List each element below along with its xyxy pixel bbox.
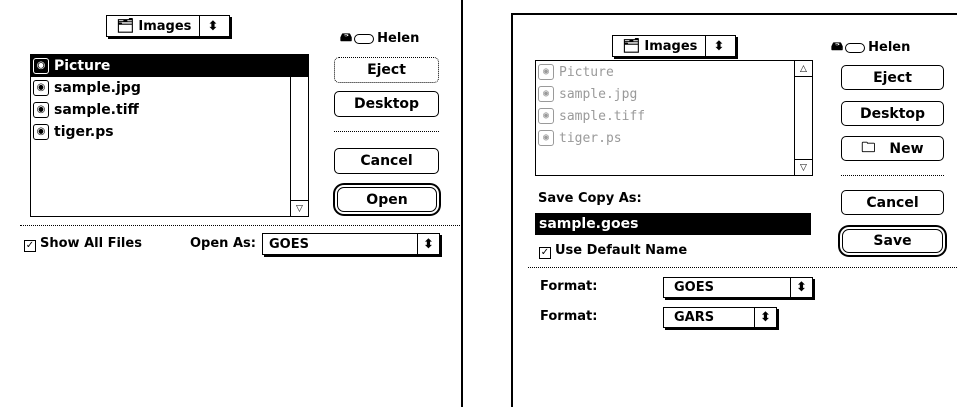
image-document-icon: ◉	[538, 108, 554, 124]
hard-disk-icon: 🖴	[340, 30, 353, 44]
use-default-name-checkbox[interactable]: ✓ Use Default Name	[539, 243, 687, 259]
file-list-item[interactable]: ◉ tiger.ps	[31, 121, 308, 143]
desktop-button[interactable]: Desktop	[841, 101, 944, 126]
volume-name: Helen	[868, 40, 911, 55]
popup-arrows-icon: ⬍	[790, 278, 812, 297]
open-as-label: Open As:	[190, 236, 256, 251]
file-list-item[interactable]: ◉ sample.tiff	[31, 99, 308, 121]
file-list[interactable]: ◉ Picture ◉ sample.jpg ◉ sample.tiff ◉ tiger.ps…	[30, 54, 309, 217]
disk-shape-icon	[354, 33, 375, 44]
file-name: tiger.ps	[54, 124, 114, 140]
image-document-icon: ◉	[33, 124, 49, 140]
folder-icon: 🗂	[622, 38, 641, 54]
format-value-2: GARS	[674, 310, 715, 325]
desktop-button-label: Desktop	[859, 105, 926, 122]
folder-popup[interactable]: 🗂 Images ⬍	[106, 15, 230, 37]
file-name: sample.tiff	[54, 102, 139, 118]
file-name: Picture	[54, 58, 111, 74]
file-rows: ◉ Picture ◉ sample.jpg ◉ sample.tiff ◉ tiger.ps	[536, 61, 812, 149]
separator	[20, 225, 460, 226]
checkbox-checked-icon[interactable]: ✓	[24, 240, 36, 252]
scroll-up-arrow-icon[interactable]: △	[291, 55, 308, 71]
separator	[334, 131, 439, 132]
folder-popup[interactable]: 🗂 Images ⬍	[612, 35, 736, 57]
new-folder-icon: 🗀	[861, 139, 876, 156]
file-name: Picture	[559, 64, 614, 80]
open-file-dialog: 🗂 Images ⬍ 🖴 Helen ◉ Picture ◉ sample.jpg ◉ s…	[0, 0, 463, 407]
scroll-down-arrow-icon[interactable]: ▽	[795, 159, 812, 175]
file-list-item: ◉ sample.tiff	[536, 105, 812, 127]
file-list[interactable]: ◉ Picture ◉ sample.jpg ◉ sample.tiff ◉ tiger.ps…	[535, 60, 813, 176]
eject-button[interactable]: Eject	[334, 57, 439, 83]
eject-button-label: Eject	[367, 62, 406, 78]
save-button[interactable]: Save	[842, 229, 943, 253]
filename-value: sample.goes	[539, 216, 639, 232]
checkbox-checked-icon[interactable]: ✓	[539, 247, 551, 259]
folder-popup-label: Images	[138, 18, 192, 34]
volume-label: 🖴 Helen	[340, 28, 419, 49]
file-name: tiger.ps	[559, 130, 622, 146]
file-list-item[interactable]: ◉ Picture	[31, 55, 308, 77]
file-list-item: ◉ sample.jpg	[536, 83, 812, 105]
open-button[interactable]: Open	[337, 187, 437, 212]
cancel-button[interactable]: Cancel	[334, 148, 439, 174]
desktop-button[interactable]: Desktop	[334, 91, 439, 117]
eject-button-label: Eject	[873, 69, 912, 86]
show-all-files-checkbox[interactable]: ✓ Show All Files	[24, 236, 142, 252]
scroll-up-arrow-icon[interactable]: △	[795, 61, 812, 77]
popup-arrows-icon: ⬍	[199, 16, 225, 36]
scroll-down-arrow-icon[interactable]: ▽	[291, 200, 308, 216]
format-popup-2[interactable]: GARS ⬍	[663, 307, 777, 328]
save-copy-as-label: Save Copy As:	[538, 191, 642, 206]
file-name: sample.jpg	[559, 86, 638, 102]
disk-shape-icon	[845, 42, 866, 53]
format-label-1: Format:	[540, 279, 598, 294]
cancel-button[interactable]: Cancel	[841, 190, 944, 215]
format-label-2: Format:	[540, 309, 598, 324]
volume-label: 🖴 Helen	[831, 37, 910, 58]
image-document-icon: ◉	[33, 102, 49, 118]
open-as-popup[interactable]: GOES ⬍	[262, 233, 440, 255]
popup-arrows-icon: ⬍	[417, 234, 439, 254]
cancel-button-label: Cancel	[360, 153, 413, 169]
open-as-value: GOES	[269, 236, 309, 252]
open-button-label: Open	[366, 191, 408, 208]
file-name: sample.tiff	[559, 108, 646, 124]
popup-arrows-icon: ⬍	[705, 36, 731, 56]
file-list-item: ◉ Picture	[536, 61, 812, 83]
cancel-button-label: Cancel	[866, 194, 919, 211]
format-value-1: GOES	[674, 280, 714, 295]
desktop-button-label: Desktop	[353, 96, 420, 112]
image-document-icon: ◉	[538, 64, 554, 80]
file-list-scrollbar[interactable]: △ ▽	[794, 61, 812, 175]
file-rows: ◉ Picture ◉ sample.jpg ◉ sample.tiff ◉ tiger.ps	[31, 55, 308, 143]
separator	[841, 175, 944, 176]
format-popup-1[interactable]: GOES ⬍	[663, 277, 813, 298]
save-file-dialog: 🗂 Images ⬍ 🖴 Helen ◉ Picture ◉ sample.jpg ◉ s…	[511, 13, 957, 407]
folder-popup-label: Images	[644, 38, 698, 54]
popup-arrows-icon: ⬍	[754, 308, 776, 327]
file-list-scrollbar[interactable]: △ ▽	[290, 55, 308, 216]
new-folder-button-label: New	[889, 140, 924, 157]
hard-disk-icon: 🖴	[831, 39, 844, 53]
use-default-name-label: Use Default Name	[555, 243, 688, 258]
separator	[528, 267, 957, 268]
image-document-icon: ◉	[33, 58, 49, 74]
show-all-files-label: Show All Files	[40, 236, 142, 251]
eject-button[interactable]: Eject	[841, 65, 944, 90]
filename-field[interactable]: sample.goes	[535, 213, 811, 235]
image-document-icon: ◉	[538, 130, 554, 146]
volume-name: Helen	[377, 31, 420, 46]
file-name: sample.jpg	[54, 80, 141, 96]
image-document-icon: ◉	[538, 86, 554, 102]
file-list-item: ◉ tiger.ps	[536, 127, 812, 149]
folder-icon: 🗂	[116, 18, 135, 34]
save-button-label: Save	[873, 233, 912, 249]
new-folder-button[interactable]: 🗀 New	[841, 136, 944, 161]
file-list-item[interactable]: ◉ sample.jpg	[31, 77, 308, 99]
image-document-icon: ◉	[33, 80, 49, 96]
